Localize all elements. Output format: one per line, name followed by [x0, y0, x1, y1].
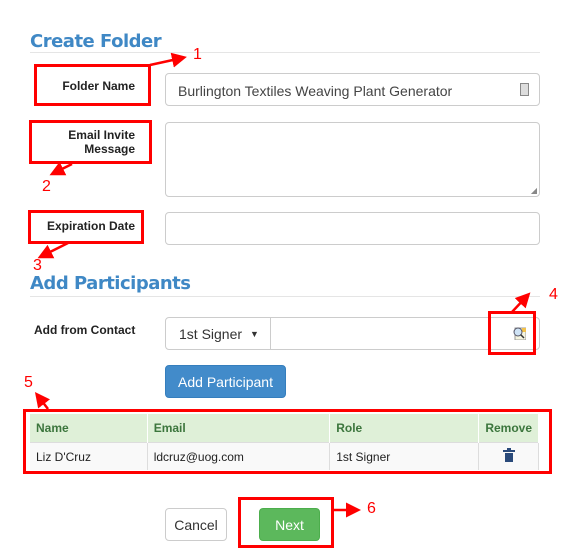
annotation-label-6: 6	[367, 500, 376, 517]
arrow-4	[511, 292, 531, 313]
arrow-2	[49, 161, 73, 176]
annotation-arrows	[34, 52, 531, 518]
annotation-label-4: 4	[549, 286, 558, 303]
annotation-label-3: 3	[33, 257, 42, 274]
annotation-label-5: 5	[24, 374, 33, 391]
annotation-label-2: 2	[42, 178, 51, 195]
arrow-1	[149, 52, 187, 68]
arrow-3	[37, 241, 69, 259]
annotation-label-1: 1	[193, 46, 202, 63]
arrow-5	[34, 392, 51, 410]
